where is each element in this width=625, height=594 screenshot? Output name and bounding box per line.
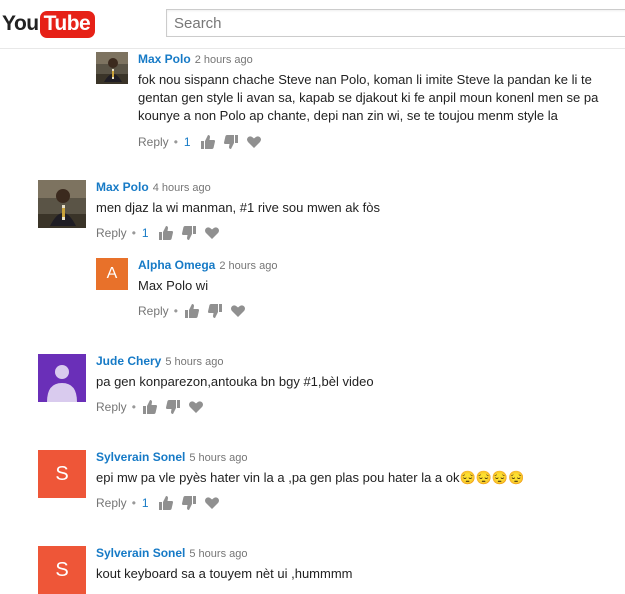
reply-button[interactable]: Reply <box>96 226 127 240</box>
like-count: 1 <box>183 135 191 149</box>
comment-time[interactable]: 4 hours ago <box>153 182 211 194</box>
heart-icon[interactable] <box>246 134 262 150</box>
comment-author[interactable]: Max Polo <box>96 180 149 194</box>
avatar[interactable] <box>96 52 128 84</box>
heart-icon[interactable] <box>188 399 204 415</box>
reply-button[interactable]: Reply <box>96 400 127 414</box>
comment-text: pa gen konparezon,antouka bn bgy #1,bèl … <box>96 373 374 391</box>
comment-time[interactable]: 5 hours ago <box>189 548 247 560</box>
comment-text: Max Polo wi <box>138 277 277 295</box>
avatar-letter: A <box>106 265 118 282</box>
comment-text-line: Max Polo wi <box>138 278 209 293</box>
avatar-letter: S <box>55 462 69 485</box>
masthead: You Tube <box>0 0 625 49</box>
heart-icon[interactable] <box>204 225 220 241</box>
thumbs-down-icon[interactable] <box>181 225 197 241</box>
comment-time[interactable]: 2 hours ago <box>219 260 277 272</box>
avatar-letter: S <box>55 558 69 581</box>
comment-text-line: kout keyboard sa a touyem nèt ui ,hummmm <box>96 566 353 581</box>
comment-text: kout keyboard sa a touyem nèt ui ,hummmm <box>96 565 353 583</box>
thumbs-up-icon[interactable] <box>200 134 216 150</box>
comment-text-line: epi mw pa vle pyès hater vin la a ,pa ge… <box>96 470 525 485</box>
separator-dot: • <box>131 226 136 240</box>
separator-dot: • <box>173 135 178 149</box>
reply-button[interactable]: Reply <box>96 496 127 510</box>
avatar[interactable] <box>38 354 86 402</box>
avatar[interactable]: S <box>38 450 86 498</box>
comment-text: epi mw pa vle pyès hater vin la a ,pa ge… <box>96 469 524 487</box>
comment-time[interactable]: 2 hours ago <box>195 54 253 66</box>
thumbs-up-icon[interactable] <box>142 399 158 415</box>
comment-text: men djaz la wi manman, #1 rive sou mwen … <box>96 199 380 217</box>
comment-text-line: gentan gen style li avan sa, kapab se dj… <box>138 90 599 105</box>
comment-author[interactable]: Max Polo <box>138 52 191 66</box>
comment-time[interactable]: 5 hours ago <box>189 452 247 464</box>
thumbs-up-icon[interactable] <box>158 495 174 511</box>
reply-button[interactable]: Reply <box>138 135 169 149</box>
avatar[interactable]: S <box>38 546 86 594</box>
heart-icon[interactable] <box>230 303 246 319</box>
avatar[interactable] <box>38 180 86 228</box>
comment-time[interactable]: 5 hours ago <box>165 356 223 368</box>
comment-text-line: fok nou sispann chache Steve nan Polo, k… <box>138 72 592 87</box>
comment-text: fok nou sispann chache Steve nan Polo, k… <box>138 71 598 125</box>
youtube-logo[interactable]: You Tube <box>2 9 96 39</box>
separator-dot: • <box>131 400 136 414</box>
comment-text-line: kounye a non Polo ap chante, depi nan zi… <box>138 108 558 123</box>
separator-dot: • <box>131 496 136 510</box>
avatar[interactable]: A <box>96 258 128 290</box>
search-input[interactable] <box>166 9 625 37</box>
comment-author[interactable]: Alpha Omega <box>138 258 215 272</box>
reply-button[interactable]: Reply <box>138 304 169 318</box>
thumbs-down-icon[interactable] <box>223 134 239 150</box>
thumbs-up-icon[interactable] <box>184 303 200 319</box>
comment-author[interactable]: Sylverain Sonel <box>96 450 185 464</box>
comment-text-line: men djaz la wi manman, #1 rive sou mwen … <box>96 200 380 215</box>
like-count: 1 <box>141 496 149 510</box>
thumbs-up-icon[interactable] <box>158 225 174 241</box>
thumbs-down-icon[interactable] <box>181 495 197 511</box>
logo-text-tube: Tube <box>39 10 96 38</box>
comment-author[interactable]: Jude Chery <box>96 354 161 368</box>
logo-text-you: You <box>2 12 39 35</box>
thumbs-down-icon[interactable] <box>207 303 223 319</box>
thumbs-down-icon[interactable] <box>165 399 181 415</box>
like-count: 1 <box>141 226 149 240</box>
separator-dot: • <box>173 304 178 318</box>
comment-author[interactable]: Sylverain Sonel <box>96 546 185 560</box>
heart-icon[interactable] <box>204 495 220 511</box>
comment-text-line: pa gen konparezon,antouka bn bgy #1,bèl … <box>96 374 374 389</box>
